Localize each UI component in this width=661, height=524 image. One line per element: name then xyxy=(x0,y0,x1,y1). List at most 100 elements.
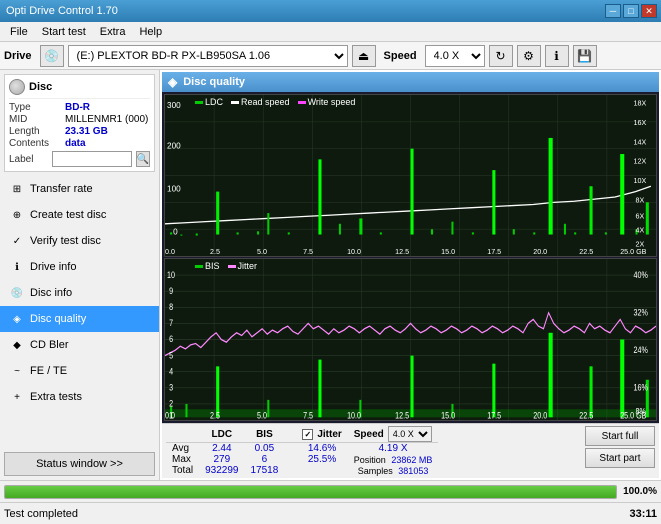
start-part-button[interactable]: Start part xyxy=(585,448,655,468)
position-value: 23862 MB xyxy=(391,455,432,465)
create-test-disc-label: Create test disc xyxy=(30,209,106,221)
jitter-checkbox[interactable]: ✓ xyxy=(302,429,313,440)
svg-text:16%: 16% xyxy=(633,381,648,392)
maximize-button[interactable]: □ xyxy=(623,4,639,18)
speed-label: Speed xyxy=(384,50,417,62)
drive-icon: 💿 xyxy=(40,45,64,67)
top-chart: LDC Read speed Write speed xyxy=(164,94,657,257)
sidebar-item-verify-test-disc[interactable]: ✓ Verify test disc xyxy=(0,228,159,254)
read-speed-legend: Read speed xyxy=(231,97,290,107)
avg-ldc: 2.44 xyxy=(199,443,244,455)
sidebar-item-disc-info[interactable]: 💿 Disc info xyxy=(0,280,159,306)
drive-info-icon: ℹ xyxy=(10,260,24,274)
start-full-button[interactable]: Start full xyxy=(585,426,655,446)
drive-label: Drive xyxy=(4,50,32,62)
length-value: 23.31 GB xyxy=(65,126,108,137)
type-value: BD-R xyxy=(65,102,90,113)
total-ldc: 932299 xyxy=(199,465,244,476)
ldc-legend: LDC xyxy=(195,97,223,107)
disc-label-btn[interactable]: 🔍 xyxy=(136,151,150,167)
col-speed-header: Speed 4.0 X xyxy=(348,426,439,443)
svg-text:12.5: 12.5 xyxy=(395,247,409,256)
refresh-button[interactable]: ↻ xyxy=(489,45,513,67)
speed-select[interactable]: 4.0 X xyxy=(425,45,485,67)
verify-test-disc-icon: ✓ xyxy=(10,234,24,248)
svg-text:0: 0 xyxy=(173,226,178,236)
samples-label: Samples xyxy=(358,466,393,476)
svg-text:300: 300 xyxy=(167,100,181,110)
col-bis: BIS xyxy=(245,426,285,443)
top-chart-svg: 300 200 100 0 18X 16X 14X 12X 10X 8X 6X … xyxy=(165,95,656,256)
ldc-legend-dot xyxy=(195,101,203,104)
disc-panel-header: Disc xyxy=(9,79,150,99)
avg-bis: 0.05 xyxy=(245,443,285,455)
contents-label: Contents xyxy=(9,138,61,149)
svg-text:3: 3 xyxy=(169,381,173,392)
svg-text:14X: 14X xyxy=(633,137,646,146)
disc-contents-row: Contents data xyxy=(9,138,150,149)
stats-table: LDC BIS ✓ Jitter Speed xyxy=(166,426,438,476)
window-controls: ─ □ ✕ xyxy=(605,4,657,18)
titlebar: Opti Drive Control 1.70 ─ □ ✕ xyxy=(0,0,661,22)
menu-help[interactable]: Help xyxy=(133,24,168,40)
disc-length-row: Length 23.31 GB xyxy=(9,126,150,137)
sidebar: Disc Type BD-R MID MILLENMR1 (000) Lengt… xyxy=(0,70,160,480)
svg-text:5: 5 xyxy=(169,349,173,360)
type-label: Type xyxy=(9,102,61,113)
sidebar-item-create-test-disc[interactable]: ⊕ Create test disc xyxy=(0,202,159,228)
menu-file[interactable]: File xyxy=(4,24,34,40)
svg-text:2.5: 2.5 xyxy=(210,247,220,256)
svg-text:4X: 4X xyxy=(636,225,645,234)
avg-label: Avg xyxy=(166,443,199,455)
save-button[interactable]: 💾 xyxy=(573,45,597,67)
status-window-button[interactable]: Status window >> xyxy=(4,452,155,476)
eject-button[interactable]: ⏏ xyxy=(352,45,376,67)
sidebar-item-transfer-rate[interactable]: ⊞ Transfer rate xyxy=(0,176,159,202)
svg-text:5.0: 5.0 xyxy=(257,410,267,420)
charts-container: LDC Read speed Write speed xyxy=(162,92,659,423)
minimize-button[interactable]: ─ xyxy=(605,4,621,18)
cd-bler-label: CD Bler xyxy=(30,339,69,351)
menu-extra[interactable]: Extra xyxy=(94,24,132,40)
bottom-chart-svg: 10 9 8 7 6 5 4 3 2 1 40% 32% 24% 16% 8% xyxy=(165,259,656,420)
drive-toolbar: Drive 💿 (E:) PLEXTOR BD-R PX-LB950SA 1.0… xyxy=(0,42,661,70)
sidebar-item-extra-tests[interactable]: + Extra tests xyxy=(0,384,159,410)
main-area: Disc Type BD-R MID MILLENMR1 (000) Lengt… xyxy=(0,70,661,480)
col-jitter-header: ✓ Jitter xyxy=(296,426,347,443)
col-empty xyxy=(166,426,199,443)
write-speed-legend-label: Write speed xyxy=(308,97,356,107)
max-bis: 6 xyxy=(245,454,285,465)
disc-quality-label: Disc quality xyxy=(30,313,86,325)
svg-text:5.0: 5.0 xyxy=(257,247,267,256)
cd-bler-icon: ◆ xyxy=(10,338,24,352)
mid-value: MILLENMR1 (000) xyxy=(65,114,148,125)
svg-text:8: 8 xyxy=(169,301,173,312)
extra-tests-icon: + xyxy=(10,390,24,404)
sidebar-nav: ⊞ Transfer rate ⊕ Create test disc ✓ Ver… xyxy=(0,176,159,448)
sidebar-item-disc-quality[interactable]: ◈ Disc quality xyxy=(0,306,159,332)
disc-label-input[interactable] xyxy=(52,151,132,167)
sidebar-item-fe-te[interactable]: ~ FE / TE xyxy=(0,358,159,384)
close-button[interactable]: ✕ xyxy=(641,4,657,18)
svg-text:2: 2 xyxy=(169,398,173,409)
svg-text:7.5: 7.5 xyxy=(303,410,313,420)
svg-text:22.5: 22.5 xyxy=(579,247,593,256)
menu-start-test[interactable]: Start test xyxy=(36,24,92,40)
sidebar-item-cd-bler[interactable]: ◆ CD Bler xyxy=(0,332,159,358)
disc-info-icon: 💿 xyxy=(10,286,24,300)
verify-test-disc-label: Verify test disc xyxy=(30,235,101,247)
create-test-disc-icon: ⊕ xyxy=(10,208,24,222)
chart-title: Disc quality xyxy=(183,76,245,88)
settings-button[interactable]: ⚙ xyxy=(517,45,541,67)
disc-quality-icon: ◈ xyxy=(10,312,24,326)
top-chart-legend: LDC Read speed Write speed xyxy=(195,97,355,107)
info-button[interactable]: ℹ xyxy=(545,45,569,67)
bis-legend-dot xyxy=(195,265,203,268)
disc-title: Disc xyxy=(29,81,52,93)
speed-col-select[interactable]: 4.0 X xyxy=(388,426,432,442)
write-speed-legend-dot xyxy=(298,101,306,104)
svg-text:6: 6 xyxy=(169,333,173,344)
drive-select[interactable]: (E:) PLEXTOR BD-R PX-LB950SA 1.06 xyxy=(68,45,348,67)
svg-text:20.0: 20.0 xyxy=(533,410,547,420)
sidebar-item-drive-info[interactable]: ℹ Drive info xyxy=(0,254,159,280)
